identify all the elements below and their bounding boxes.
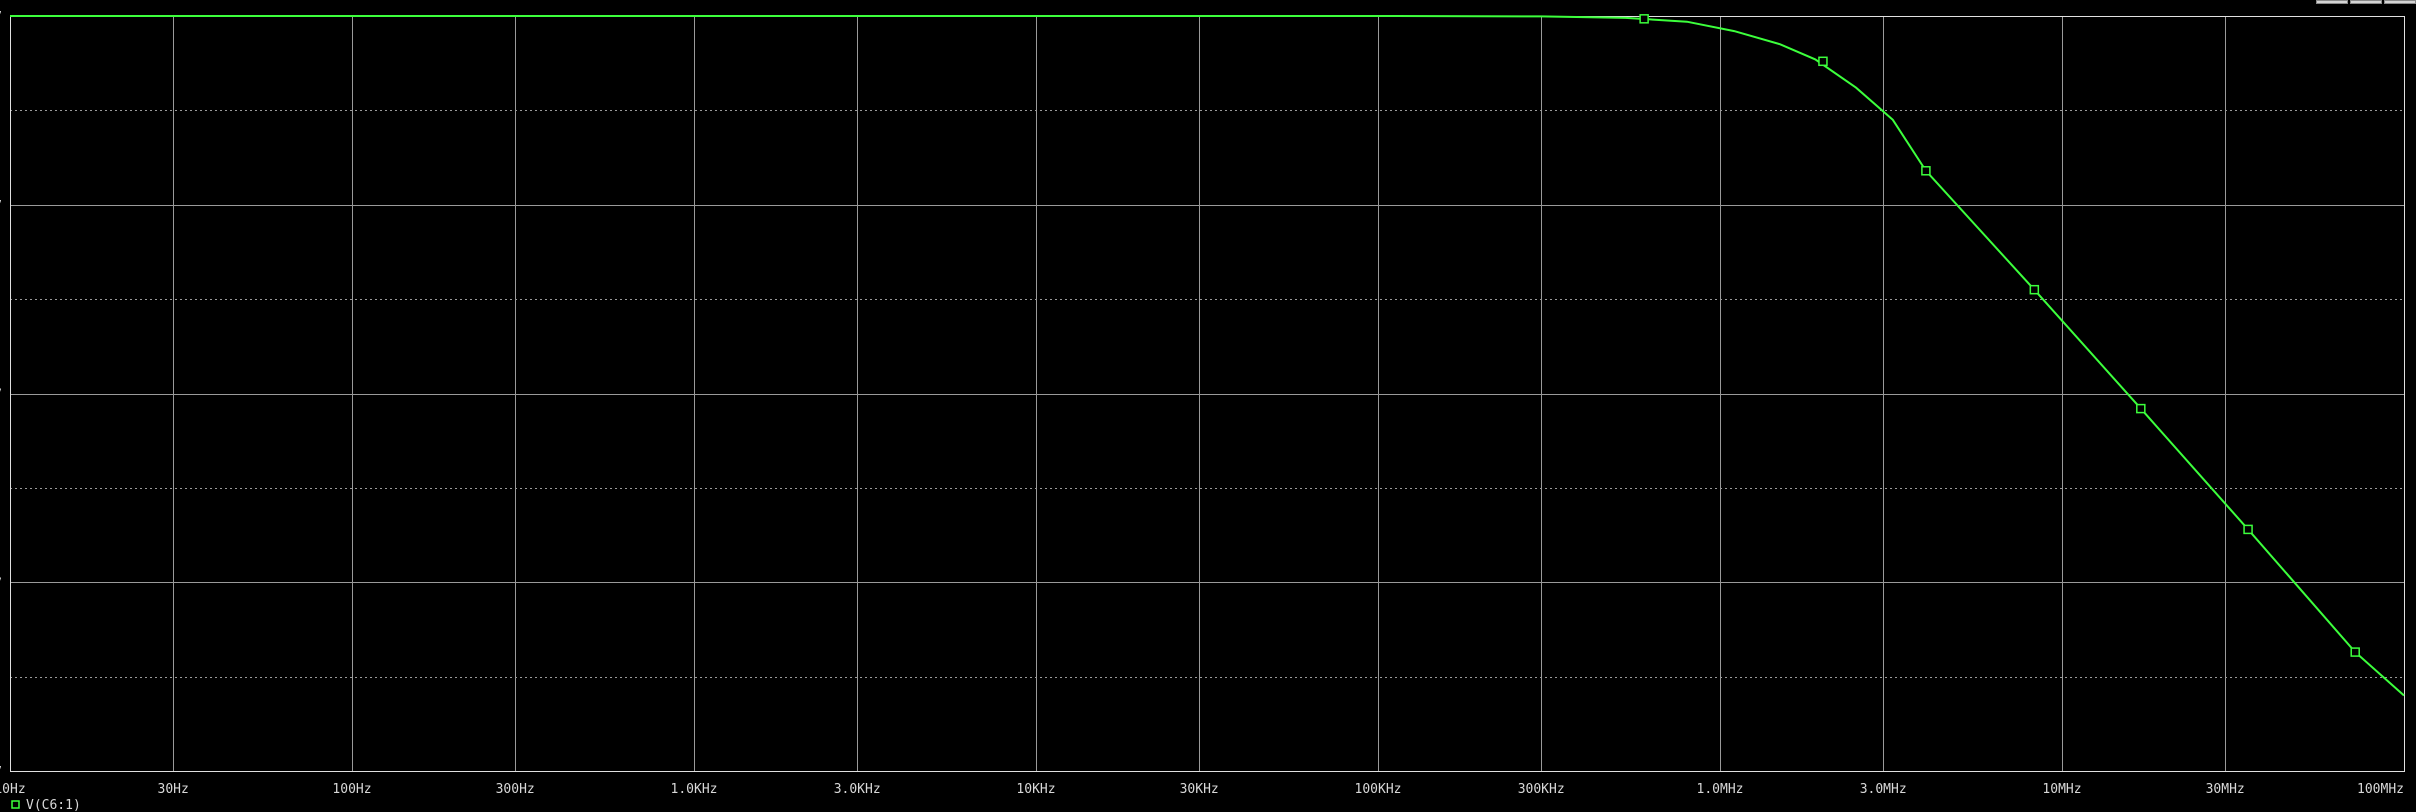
x-axis-labels: 10Hz 30Hz 100Hz 300Hz 1.0KHz 3.0KHz 10KHz 30KHz… (0, 782, 2404, 797)
series-marker (2029, 284, 2040, 295)
series-marker (1639, 14, 1649, 24)
y-tick-label: 7 (0, 576, 2, 591)
x-tick-label: 300KHz (1518, 782, 1565, 797)
plot-grid (10, 16, 2405, 772)
x-tick-label: 100KHz (1355, 782, 1402, 797)
x-tick-label: 10MHz (2042, 782, 2081, 797)
y-tick-label: 7 (0, 199, 2, 214)
y-tick-label: 7 (0, 765, 2, 780)
x-tick-label: 30KHz (1180, 782, 1219, 797)
series-marker (1921, 166, 1931, 176)
x-tick-label: 30Hz (158, 782, 189, 797)
legend-marker-icon (11, 800, 20, 809)
series-line (10, 15, 2405, 697)
series-marker (2350, 647, 2360, 657)
x-tick-label: 300Hz (496, 782, 535, 797)
series-marker (2136, 403, 2146, 414)
series-marker (1818, 56, 1828, 67)
probe-plot[interactable]: 7 7 7 7 7 10Hz 30Hz 100Hz 300Hz 1.0KHz 3.0KHz 10KH… (0, 0, 2416, 812)
x-tick-label: 1.0KHz (671, 782, 718, 797)
y-tick-label: 7 (0, 388, 2, 403)
x-tick-label: 100Hz (332, 782, 371, 797)
series-layer (10, 14, 2405, 697)
y-axis-labels: 7 7 7 7 7 (0, 10, 2, 780)
x-tick-label: 1.0MHz (1697, 782, 1744, 797)
series-marker (2243, 524, 2253, 535)
x-tick-label: 10KHz (1016, 782, 1055, 797)
x-tick-label: 3.0MHz (1860, 782, 1907, 797)
x-tick-label: 3.0KHz (834, 782, 881, 797)
x-tick-label: 100MHz (2357, 782, 2404, 797)
x-tick-label: 30MHz (2206, 782, 2245, 797)
y-tick-label: 7 (0, 10, 2, 25)
x-tick-label: 10Hz (0, 782, 26, 797)
legend-series-name[interactable]: V(C6:1) (26, 798, 81, 812)
legend[interactable]: V(C6:1) (11, 798, 81, 812)
